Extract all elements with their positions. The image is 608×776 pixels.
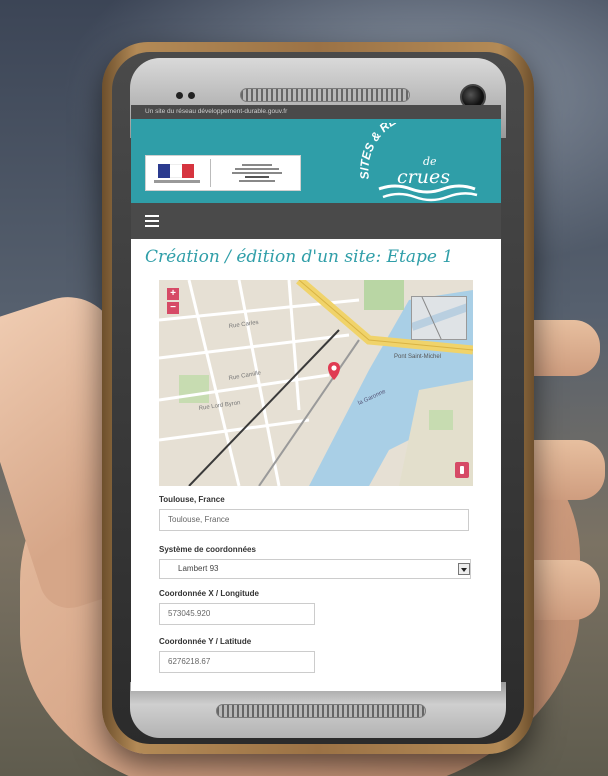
marianne-flag-icon xyxy=(150,160,204,186)
hamburger-menu-icon[interactable] xyxy=(145,215,159,227)
dropdown-arrow-icon[interactable] xyxy=(458,563,470,575)
page-title: Création / édition d'un site: Etape 1 xyxy=(145,247,454,267)
sensor-icon xyxy=(188,92,195,99)
bottom-speaker xyxy=(216,704,426,718)
sensor-icon xyxy=(176,92,183,99)
nav-bar xyxy=(131,203,501,239)
location-label: Toulouse, France xyxy=(159,495,225,504)
map-label: Pont Saint-Michel xyxy=(394,354,441,360)
zoom-in-button[interactable]: + xyxy=(167,288,179,300)
coord-system-select[interactable]: Lambert 93 xyxy=(159,559,471,579)
x-coordinate-input[interactable]: 573045.920 xyxy=(159,603,315,625)
coord-system-value: Lambert 93 xyxy=(178,564,219,573)
map-view[interactable]: Rue Carles Rue Camille Pont Saint-Michel… xyxy=(159,280,473,486)
site-logo[interactable]: SITES & REPÈRES de crues xyxy=(357,123,487,203)
y-coordinate-input[interactable]: 6276218.67 xyxy=(159,651,315,673)
layers-button[interactable] xyxy=(455,462,469,478)
overview-minimap[interactable] xyxy=(411,296,467,340)
coord-system-label: Système de coordonnées xyxy=(159,545,256,554)
logo-crues: crues xyxy=(397,166,450,188)
government-logo[interactable] xyxy=(145,155,301,191)
site-header: SITES & REPÈRES de crues xyxy=(131,119,501,203)
location-input[interactable]: Toulouse, France xyxy=(159,509,469,531)
phone-screen: Un site du réseau développement-durable.… xyxy=(131,105,501,691)
site-form: Toulouse, France Toulouse, France Systèm… xyxy=(159,495,479,673)
zoom-out-button[interactable]: − xyxy=(167,302,179,314)
earpiece-speaker xyxy=(240,88,410,102)
x-coordinate-label: Coordonnée X / Longitude xyxy=(159,589,259,598)
ministry-name xyxy=(217,164,296,182)
network-top-bar: Un site du réseau développement-durable.… xyxy=(131,105,501,119)
y-coordinate-label: Coordonnée Y / Latitude xyxy=(159,637,252,646)
